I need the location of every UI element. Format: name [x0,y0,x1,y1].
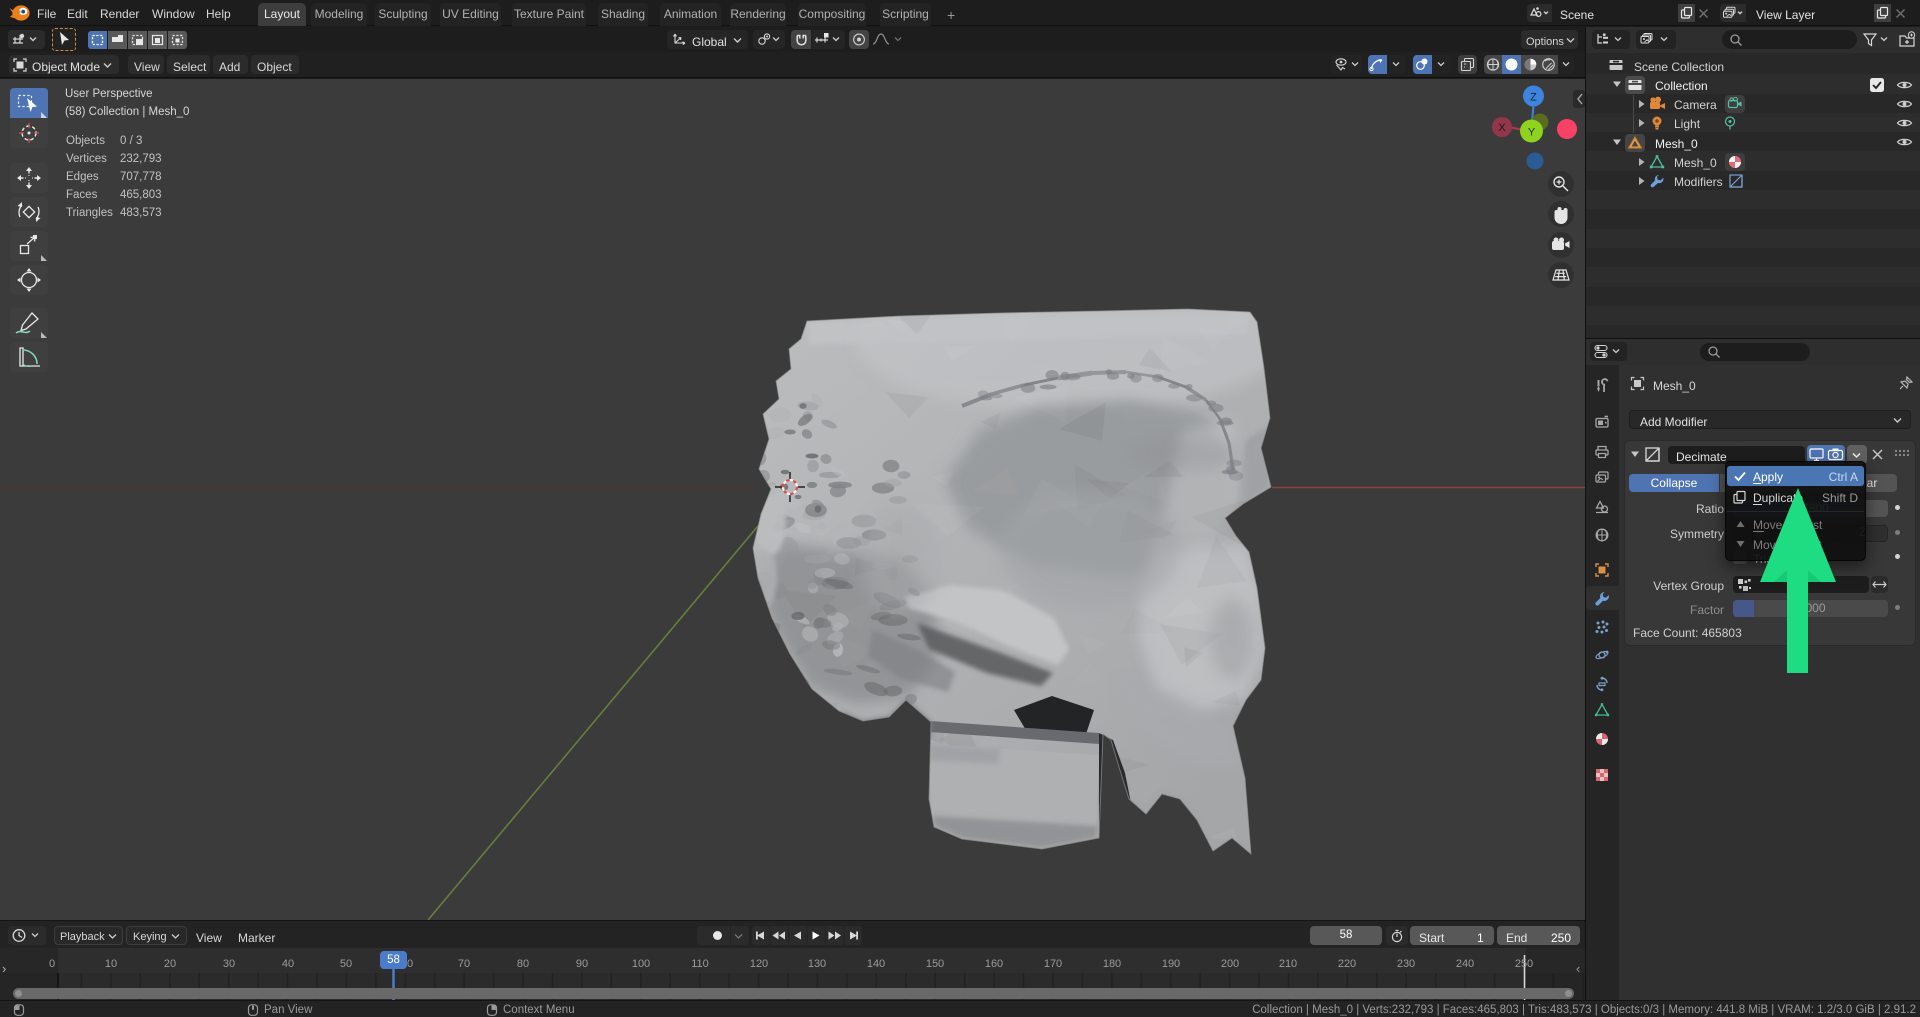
svg-text:Y: Y [1528,127,1536,139]
svg-text:Z: Z [1530,92,1537,104]
svg-text:X: X [1498,122,1506,134]
